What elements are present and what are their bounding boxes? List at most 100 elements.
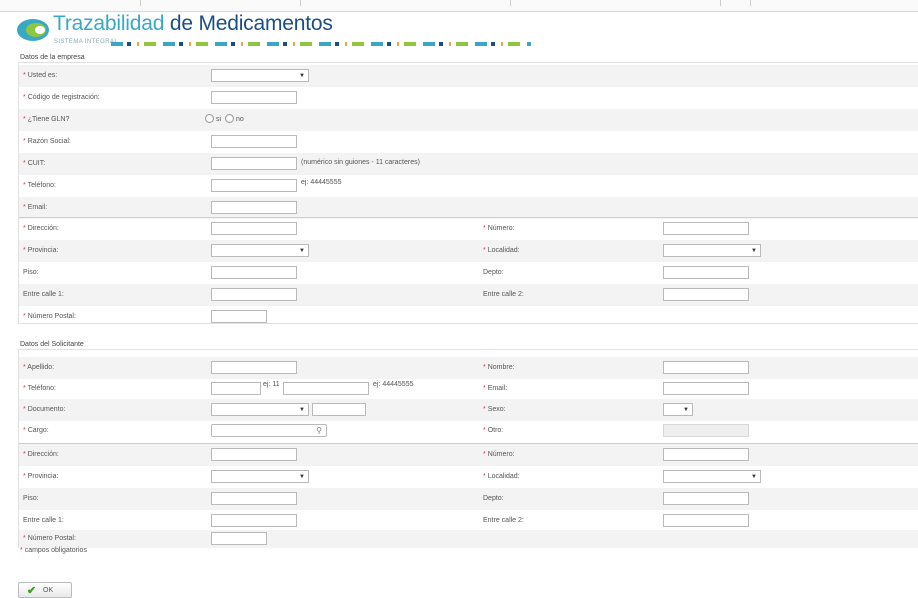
documento-numero-input[interactable] [312,403,366,416]
row-piso: Piso: Depto: [19,262,918,284]
depto-input[interactable] [663,266,749,279]
usted-es-label: * Usted es: [23,72,58,79]
browser-top-strip [0,0,918,12]
usted-es-select[interactable]: ▼ [211,69,309,82]
documento-label: * Documento: [23,406,66,413]
sol-telefono-area-hint: ej: 11 [263,381,280,388]
row-sol-numero-postal: * Número Postal: [19,530,918,548]
apellido-input[interactable] [211,361,297,374]
row-cargo: * Cargo: ⚲ * Otro: [19,420,918,442]
apellido-label: * Apellido: [23,364,55,371]
row-numero-postal: * Número Postal: [19,306,918,328]
telefono-input[interactable] [211,179,297,192]
chevron-down-icon: ▼ [299,407,305,413]
entre-calle2-input[interactable] [663,288,749,301]
gln-no-radio[interactable] [225,114,234,123]
gln-si-radio[interactable] [205,114,214,123]
app-subtitle: SISTEMA INTEGRAL [54,39,119,45]
solicitante-legend: Datos del Solicitante [20,341,84,348]
sol-email-input[interactable] [663,382,749,395]
app-logo: Trazabilidad de Medicamentos SISTEMA INT… [16,12,536,52]
sol-numero-input[interactable] [663,448,749,461]
solicitante-section: * Apellido: * Nombre: * Teléfono: ej: 11… [18,349,918,548]
entre-calle1-input[interactable] [211,288,297,301]
direccion-input[interactable] [211,222,297,235]
row-entre-calles: Entre calle 1: Entre calle 2: [19,284,918,306]
sol-telefono-label: * Teléfono: [23,385,56,392]
row-provincia: * Provincia: ▼ * Localidad: ▼ [19,240,918,262]
row-email: * Email: [19,197,918,219]
cuit-hint: (numérico sin guiones - 11 caracteres) [301,159,420,166]
row-cuit: * CUIT: (numérico sin guiones - 11 carac… [19,153,918,175]
row-razon-social: * Razón Social: [19,131,918,153]
chevron-down-icon: ▼ [751,474,757,480]
provincia-select[interactable]: ▼ [211,244,309,257]
chevron-down-icon: ▼ [299,73,305,79]
numero-postal-label: * Número Postal: [23,313,76,320]
documento-tipo-select[interactable]: ▼ [211,403,309,416]
codigo-input[interactable] [211,91,297,104]
sol-numero-postal-input[interactable] [211,532,267,545]
razon-social-label: * Razón Social: [23,138,71,145]
sol-telefono-hint: ej: 44445555 [373,381,414,388]
row-sol-entre-calles: Entre calle 1: Entre calle 2: [19,510,918,532]
numero-postal-input[interactable] [211,310,267,323]
row-direccion: * Dirección: * Número: [19,218,918,240]
codigo-label: * Código de registración: [23,94,100,101]
cargo-search-input[interactable]: ⚲ [211,424,327,437]
cuit-input[interactable] [211,157,297,170]
sexo-label: * Sexo: [483,406,506,413]
row-sol-telefono: * Teléfono: ej: 11 ej: 44445555 * Email: [19,378,918,400]
otro-input[interactable] [663,424,749,437]
row-telefono: * Teléfono: ej: 44445555 [19,175,918,197]
row-gln: * ¿Tiene GLN? si no [19,109,918,131]
sol-provincia-select[interactable]: ▼ [211,470,309,483]
razon-social-input[interactable] [211,135,297,148]
empresa-legend: Datos de la empresa [20,54,85,61]
sol-numero-postal-label: * Número Postal: [23,535,76,542]
ok-button[interactable]: ✔ OK [18,582,72,598]
cuit-label: * CUIT: [23,160,46,167]
numero-label: * Número: [483,225,515,232]
sol-direccion-label: * Dirección: [23,451,59,458]
telefono-label: * Teléfono: [23,182,56,189]
sol-entre-calle1-input[interactable] [211,514,297,527]
row-codigo: * Código de registración: [19,87,918,109]
direccion-label: * Dirección: [23,225,59,232]
row-sol-provincia: * Provincia: ▼ * Localidad: ▼ [19,466,918,488]
sol-telefono-area-input[interactable] [211,382,261,395]
sexo-select[interactable]: ▼ [663,403,693,416]
sol-email-label: * Email: [483,385,508,392]
gln-label: * ¿Tiene GLN? [23,116,70,123]
piso-label: Piso: [23,269,39,276]
email-label: * Email: [23,204,48,211]
localidad-select[interactable]: ▼ [663,244,761,257]
sol-direccion-input[interactable] [211,448,297,461]
sol-telefono-input[interactable] [283,382,369,395]
numero-input[interactable] [663,222,749,235]
row-documento: * Documento: ▼ * Sexo: ▼ [19,399,918,421]
chevron-down-icon: ▼ [751,248,757,254]
logo-decorative-dots [111,42,531,46]
nombre-input[interactable] [663,361,749,374]
sol-depto-input[interactable] [663,492,749,505]
telefono-hint: ej: 44445555 [301,179,342,186]
otro-label: * Otro: [483,427,504,434]
cargo-label: * Cargo: [23,427,49,434]
sol-entre-calle2-input[interactable] [663,514,749,527]
piso-input[interactable] [211,266,297,279]
sol-depto-label: Depto: [483,495,504,502]
ok-button-label: OK [43,587,54,594]
sol-numero-label: * Número: [483,451,515,458]
nombre-label: * Nombre: [483,364,515,371]
search-icon[interactable]: ⚲ [316,426,322,435]
depto-label: Depto: [483,269,504,276]
entre-calle2-label: Entre calle 2: [483,291,524,298]
sol-piso-input[interactable] [211,492,297,505]
row-usted-es: * Usted es: ▼ [19,65,918,87]
empresa-section: * Usted es: ▼ * Código de registración: … [18,62,918,324]
email-input[interactable] [211,201,297,214]
sol-provincia-label: * Provincia: [23,473,59,480]
row-apellido: * Apellido: * Nombre: [19,357,918,379]
sol-localidad-select[interactable]: ▼ [663,470,761,483]
